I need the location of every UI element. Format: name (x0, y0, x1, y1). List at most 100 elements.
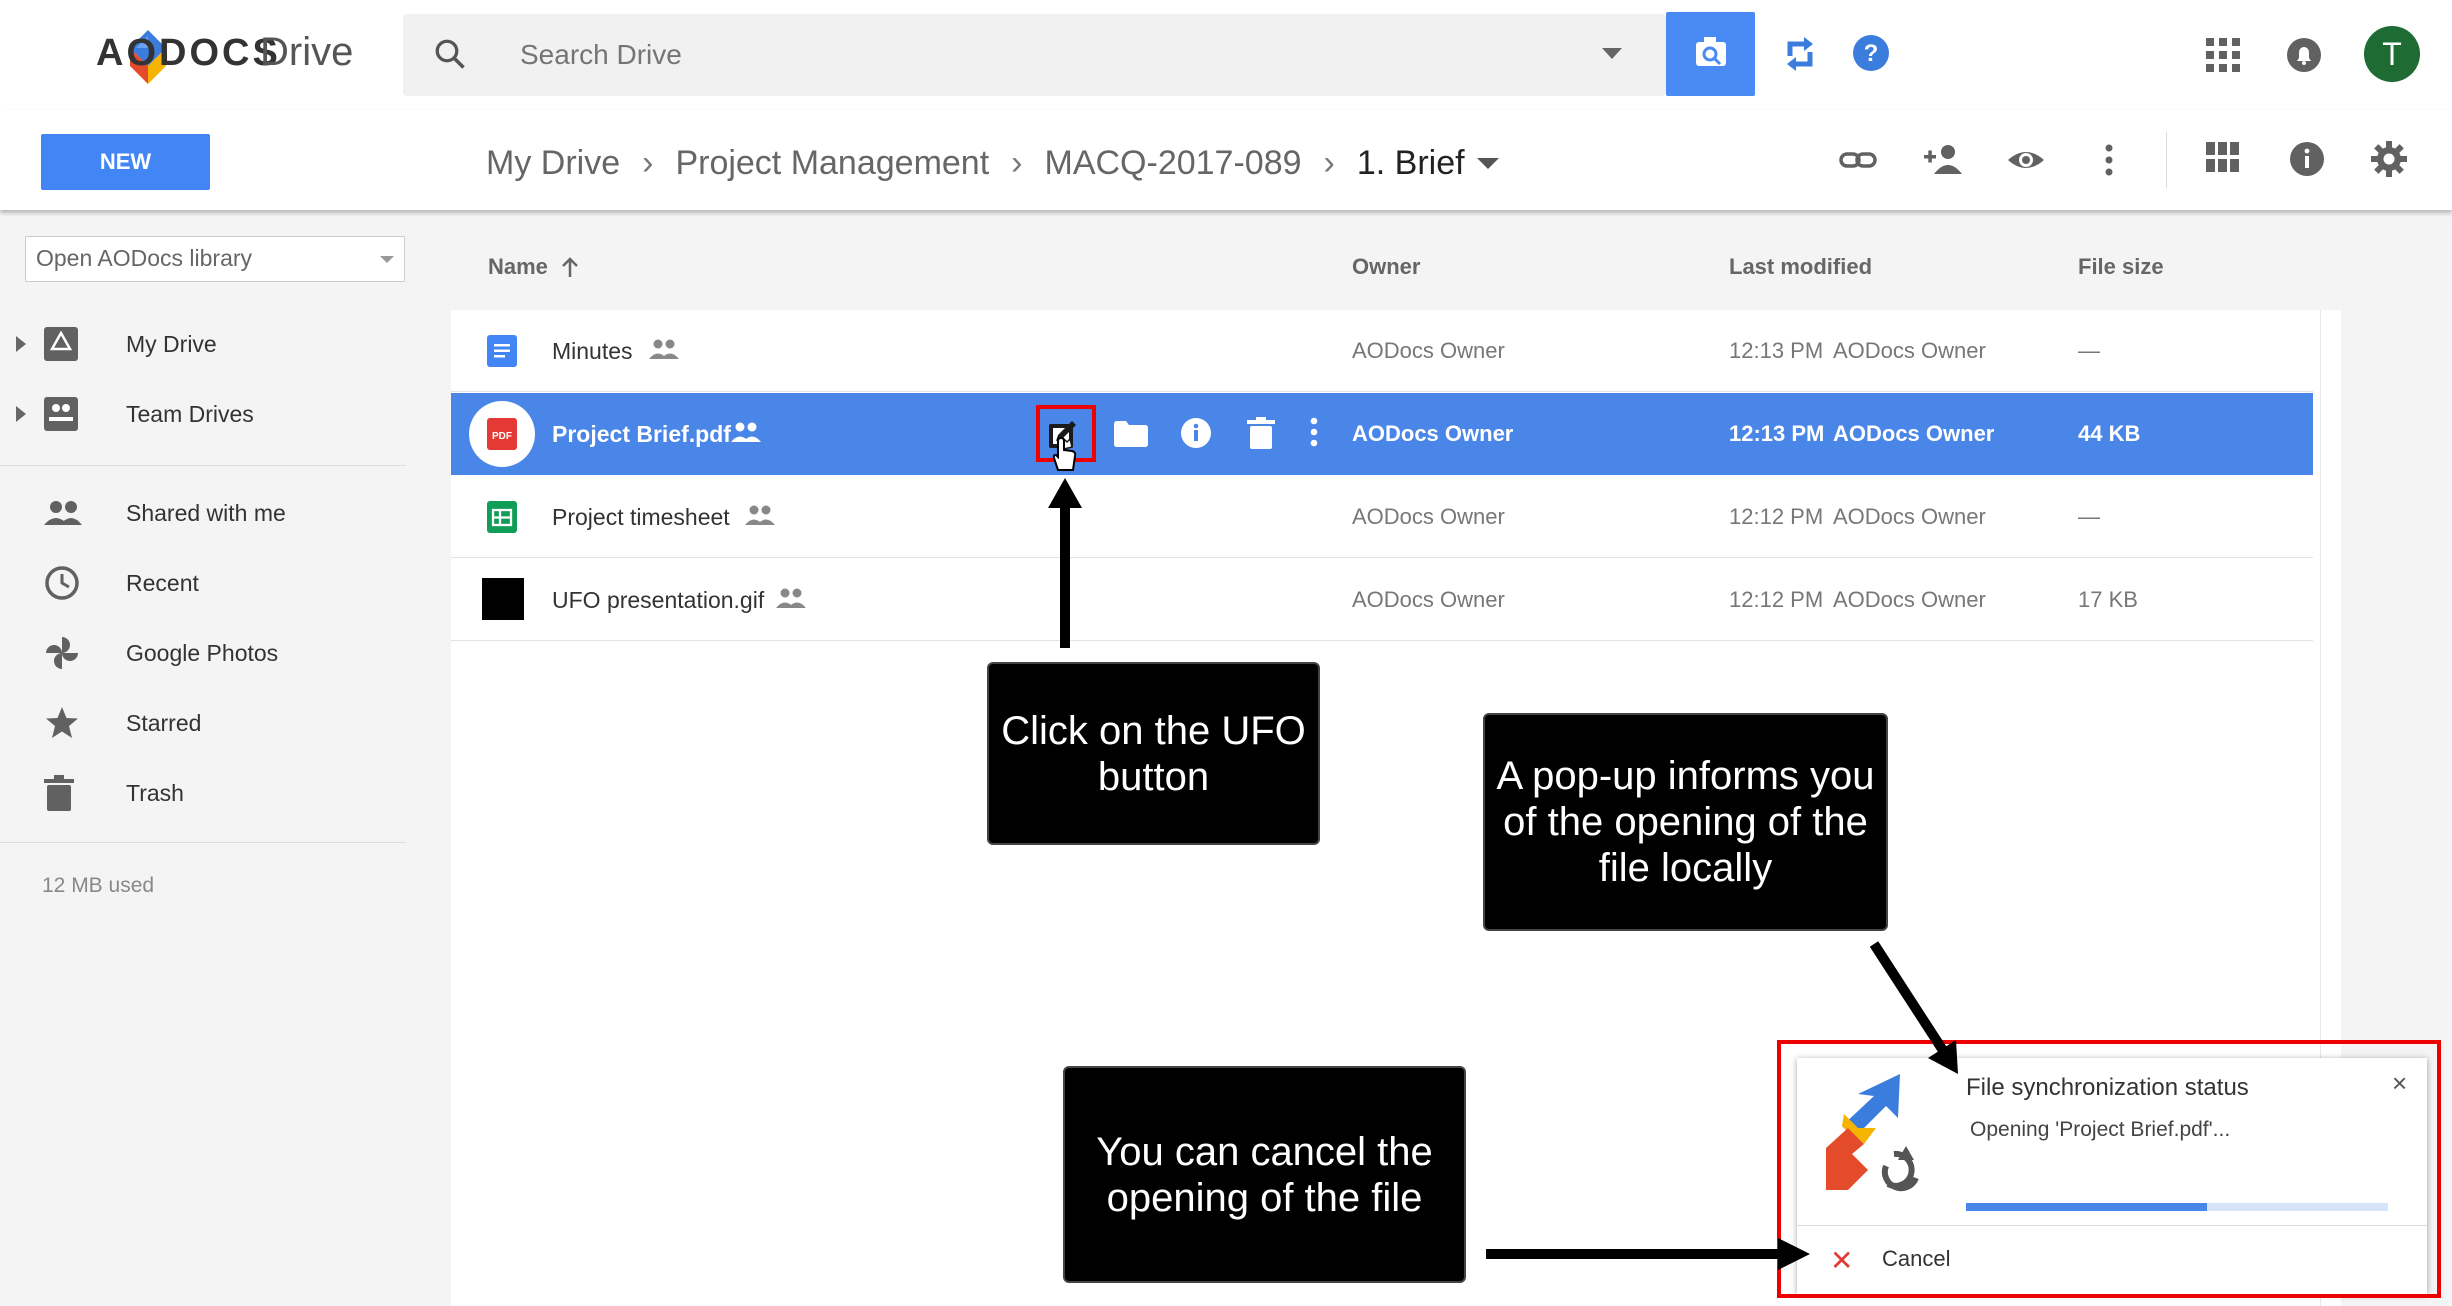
delete-trash-icon[interactable] (1247, 417, 1275, 449)
info-icon[interactable] (1180, 417, 1212, 449)
file-name[interactable]: Minutes (552, 310, 633, 392)
table-row[interactable]: Project timesheet AODocs Owner 12:12 PM … (451, 476, 2313, 558)
sort-arrow-up-icon[interactable] (560, 255, 580, 279)
sidebar-item-google-photos[interactable]: Google Photos (0, 625, 410, 681)
sidebar-item-team-drives[interactable]: Team Drives (0, 386, 410, 442)
breadcrumb-current-folder[interactable]: 1. Brief (1357, 144, 1465, 183)
sync-icon[interactable] (1782, 34, 1818, 74)
breadcrumb-project-management[interactable]: Project Management (675, 144, 989, 183)
svg-text:?: ? (1864, 40, 1879, 67)
breadcrumb-my-drive[interactable]: My Drive (486, 144, 620, 183)
file-size: — (2078, 504, 2100, 529)
expand-triangle-icon[interactable] (16, 336, 26, 352)
clock-icon (45, 566, 79, 600)
table-row[interactable]: UFO presentation.gif AODocs Owner 12:12 … (451, 559, 2313, 641)
callout-popup-info: A pop-up informs you of the opening of t… (1483, 713, 1888, 931)
file-name[interactable]: Project timesheet (552, 476, 730, 558)
sidebar (0, 210, 410, 1306)
help-icon[interactable]: ? (1852, 34, 1890, 72)
photo-search-button[interactable] (1666, 12, 1755, 96)
callout-click-ufo: Click on the UFO button (987, 662, 1320, 845)
folder-icon[interactable] (1114, 421, 1148, 447)
more-vert-icon[interactable] (1308, 415, 1320, 449)
callout-cancel-info: You can cancel the opening of the file (1063, 1066, 1466, 1283)
apps-grid-icon[interactable] (2206, 38, 2240, 72)
sidebar-item-my-drive[interactable]: My Drive (0, 316, 410, 372)
breadcrumb-chevron-right-icon: › (1323, 143, 1335, 182)
file-name[interactable]: Project Brief.pdf (552, 393, 731, 475)
column-header-owner[interactable]: Owner (1352, 254, 1420, 280)
modified-time: 12:13 PM (1729, 421, 1825, 446)
modified-by: AODocs Owner (1833, 421, 1995, 446)
toolbar-divider (2166, 132, 2167, 188)
drive-icon (44, 327, 78, 361)
sidebar-item-shared-with-me[interactable]: Shared with me (0, 485, 410, 541)
logo-text: AODOCS (96, 32, 281, 74)
file-size: 44 KB (2078, 421, 2141, 446)
user-avatar[interactable]: T (2364, 26, 2420, 82)
breadcrumb-chevron-right-icon: › (1011, 143, 1023, 182)
google-doc-icon (487, 335, 517, 367)
notifications-bell-icon[interactable] (2286, 36, 2322, 74)
sidebar-item-label: Starred (126, 709, 202, 736)
pdf-file-icon: PDF (487, 418, 517, 450)
modified-time: 12:12 PM (1729, 504, 1824, 529)
file-size: 17 KB (2078, 587, 2138, 612)
file-owner: AODocs Owner (1352, 587, 1505, 612)
link-icon[interactable] (1838, 140, 1878, 180)
sidebar-item-label: Team Drives (126, 400, 254, 427)
breadcrumb: My Drive › Project Management › MACQ-201… (486, 138, 1499, 188)
people-icon (44, 501, 82, 525)
pdf-badge-text: PDF (492, 431, 512, 442)
sidebar-item-label: My Drive (126, 330, 217, 357)
search-icon[interactable] (432, 36, 468, 72)
sidebar-item-trash[interactable]: Trash (0, 765, 410, 821)
expand-triangle-icon[interactable] (16, 406, 26, 422)
file-size: — (2078, 338, 2100, 363)
column-header-name[interactable]: Name (488, 254, 580, 280)
add-person-icon[interactable] (1922, 140, 1964, 180)
shared-people-icon (776, 588, 806, 608)
grid-view-icon[interactable] (2206, 140, 2240, 174)
library-select[interactable]: Open AODocs library (25, 236, 405, 282)
shared-people-icon (731, 422, 761, 442)
table-row-selected[interactable]: PDF Project Brief.pdf AODocs Owner 12:13… (451, 393, 2313, 475)
shared-people-icon (649, 339, 679, 359)
folder-menu-chevron-down-icon[interactable] (1476, 156, 1499, 170)
settings-gear-icon[interactable] (2370, 140, 2408, 178)
sidebar-item-starred[interactable]: Starred (0, 695, 410, 751)
file-owner: AODocs Owner (1352, 504, 1505, 529)
sidebar-divider (0, 465, 406, 466)
sidebar-item-recent[interactable]: Recent (0, 555, 410, 611)
hand-cursor-icon (1052, 436, 1077, 471)
breadcrumb-chevron-right-icon: › (642, 143, 654, 182)
camera-search-icon (1696, 37, 1726, 66)
sidebar-item-label: Shared with me (126, 499, 286, 526)
more-vert-icon[interactable] (2102, 140, 2116, 180)
file-owner: AODocs Owner (1352, 338, 1505, 363)
modified-time: 12:13 PM (1729, 338, 1824, 363)
search-options-chevron-down-icon[interactable] (1602, 48, 1622, 60)
new-button[interactable]: NEW (41, 134, 210, 190)
app-name: Drive (260, 30, 354, 74)
column-header-last-modified[interactable]: Last modified (1729, 254, 1872, 280)
file-name[interactable]: UFO presentation.gif (552, 559, 764, 641)
sidebar-item-label: Trash (126, 779, 184, 806)
table-row[interactable]: Minutes AODocs Owner 12:13 PM AODocs Own… (451, 310, 2313, 392)
file-owner: AODocs Owner (1352, 421, 1514, 446)
storage-usage: 12 MB used (42, 874, 155, 897)
team-drive-icon (44, 397, 78, 431)
search-input[interactable] (520, 32, 1520, 78)
preview-eye-icon[interactable] (2006, 140, 2046, 180)
modified-time: 12:12 PM (1729, 587, 1824, 612)
library-select-chevron-down-icon (380, 256, 394, 263)
info-icon[interactable] (2288, 140, 2326, 178)
modified-by: AODocs Owner (1833, 338, 1986, 363)
trash-icon (44, 775, 74, 811)
breadcrumb-macq[interactable]: MACQ-2017-089 (1045, 144, 1302, 183)
gif-thumbnail (482, 578, 524, 620)
column-header-file-size[interactable]: File size (2078, 254, 2164, 280)
modified-by: AODocs Owner (1833, 587, 1986, 612)
shared-people-icon (745, 505, 775, 525)
pinwheel-icon (46, 637, 78, 669)
